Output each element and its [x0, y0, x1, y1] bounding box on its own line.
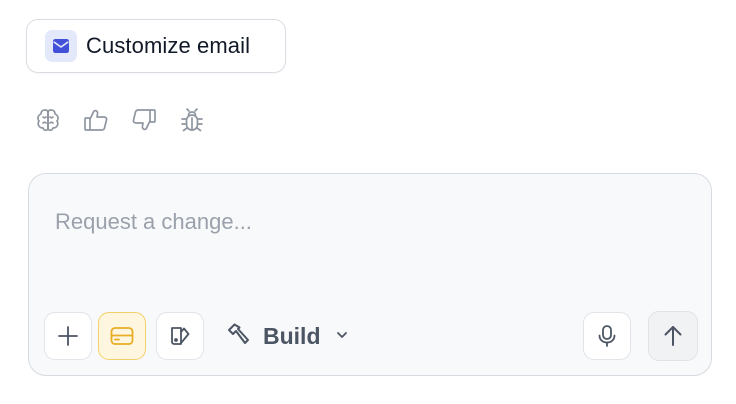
message-feedback-row: [32, 104, 224, 136]
request-change-input[interactable]: [55, 202, 675, 242]
chip-label: Customize email: [86, 33, 251, 58]
brain-icon[interactable]: [32, 104, 64, 136]
panel-toggle-button[interactable]: [98, 312, 146, 360]
mail-icon: [45, 30, 77, 62]
customize-email-chip[interactable]: Customize email: [26, 19, 286, 73]
send-button[interactable]: [648, 311, 698, 361]
chevron-down-icon: [335, 327, 349, 345]
design-mode-button[interactable]: [156, 312, 204, 360]
mode-selector[interactable]: Build: [225, 318, 349, 354]
mode-label: Build: [263, 322, 321, 349]
thumbs-up-icon[interactable]: [80, 104, 112, 136]
chat-panel: Customize email Request a change... Buil…: [0, 0, 736, 404]
thumbs-down-icon[interactable]: [128, 104, 160, 136]
microphone-button[interactable]: [583, 312, 631, 360]
bug-icon[interactable]: [176, 104, 208, 136]
add-button[interactable]: [44, 312, 92, 360]
prompt-composer: Build: [28, 173, 712, 376]
hammer-icon: [225, 321, 251, 352]
